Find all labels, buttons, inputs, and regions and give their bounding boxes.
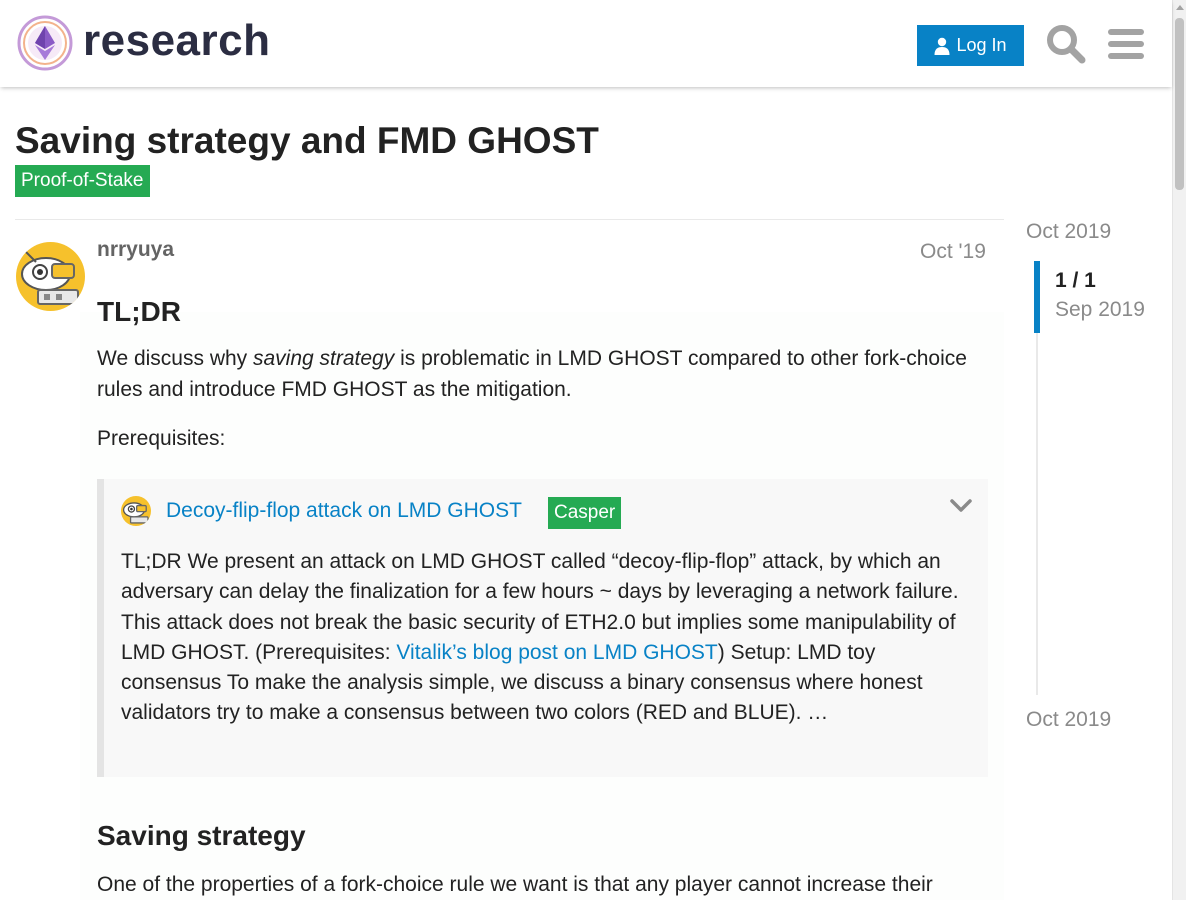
research-logo-icon — [17, 15, 73, 71]
search-icon — [1047, 25, 1086, 64]
timeline-end-date[interactable]: Oct 2019 — [1026, 708, 1111, 732]
intro-emphasis: saving strategy — [253, 347, 395, 370]
login-label: Log In — [956, 35, 1007, 55]
heading-tldr: TL;DR — [97, 296, 181, 327]
topic-title[interactable]: Saving strategy and FMD GHOST — [15, 120, 599, 162]
timeline-start-date[interactable]: Oct 2019 — [1026, 220, 1111, 244]
saving-strategy-paragraph: One of the properties of a fork-choice r… — [97, 873, 933, 896]
timeline-current-date: Sep 2019 — [1055, 298, 1145, 321]
linked-topic-quote: Decoy-flip-flop attack on LMD GHOST Casp… — [97, 479, 988, 777]
chevron-down-icon[interactable] — [949, 497, 973, 515]
site-name: research — [83, 16, 271, 65]
page-scrollbar[interactable] — [1172, 0, 1186, 900]
robot-avatar-icon — [121, 496, 151, 526]
search-button[interactable] — [1044, 22, 1088, 66]
quoted-topic-link[interactable]: Decoy-flip-flop attack on LMD GHOST — [166, 499, 522, 523]
menu-button[interactable] — [1106, 24, 1146, 64]
heading-saving-strategy: Saving strategy — [97, 820, 306, 851]
site-header: research Log In — [0, 0, 1172, 87]
avatar[interactable] — [16, 242, 85, 311]
prerequisites-label: Prerequisites: — [97, 427, 226, 450]
quoted-excerpt: TL;DR We present an attack on LMD GHOST … — [121, 547, 981, 729]
vitalik-blog-link[interactable]: Vitalik’s blog post on LMD GHOST — [396, 641, 717, 664]
robot-avatar-icon — [16, 242, 85, 311]
scroll-up-arrow-icon[interactable] — [1176, 5, 1184, 10]
quoted-topic-category[interactable]: Casper — [548, 497, 622, 529]
intro-paragraph: We discuss why saving strategy is proble… — [97, 343, 977, 405]
timeline-post-counter: 1 / 1 — [1055, 269, 1096, 292]
site-logo[interactable]: research — [16, 14, 270, 72]
timeline-handle[interactable] — [1034, 261, 1040, 333]
hamburger-menu-icon — [1108, 29, 1144, 59]
scrollbar-thumb[interactable] — [1175, 18, 1184, 190]
divider — [15, 219, 1004, 220]
user-icon — [934, 37, 950, 55]
login-button[interactable]: Log In — [917, 25, 1024, 66]
post-author[interactable]: nrryuya — [97, 238, 174, 262]
quote-avatar[interactable] — [121, 496, 151, 526]
intro-text-start: We discuss why — [97, 347, 253, 370]
post-date[interactable]: Oct '19 — [920, 240, 986, 264]
category-badge[interactable]: Proof-of-Stake — [15, 165, 150, 197]
